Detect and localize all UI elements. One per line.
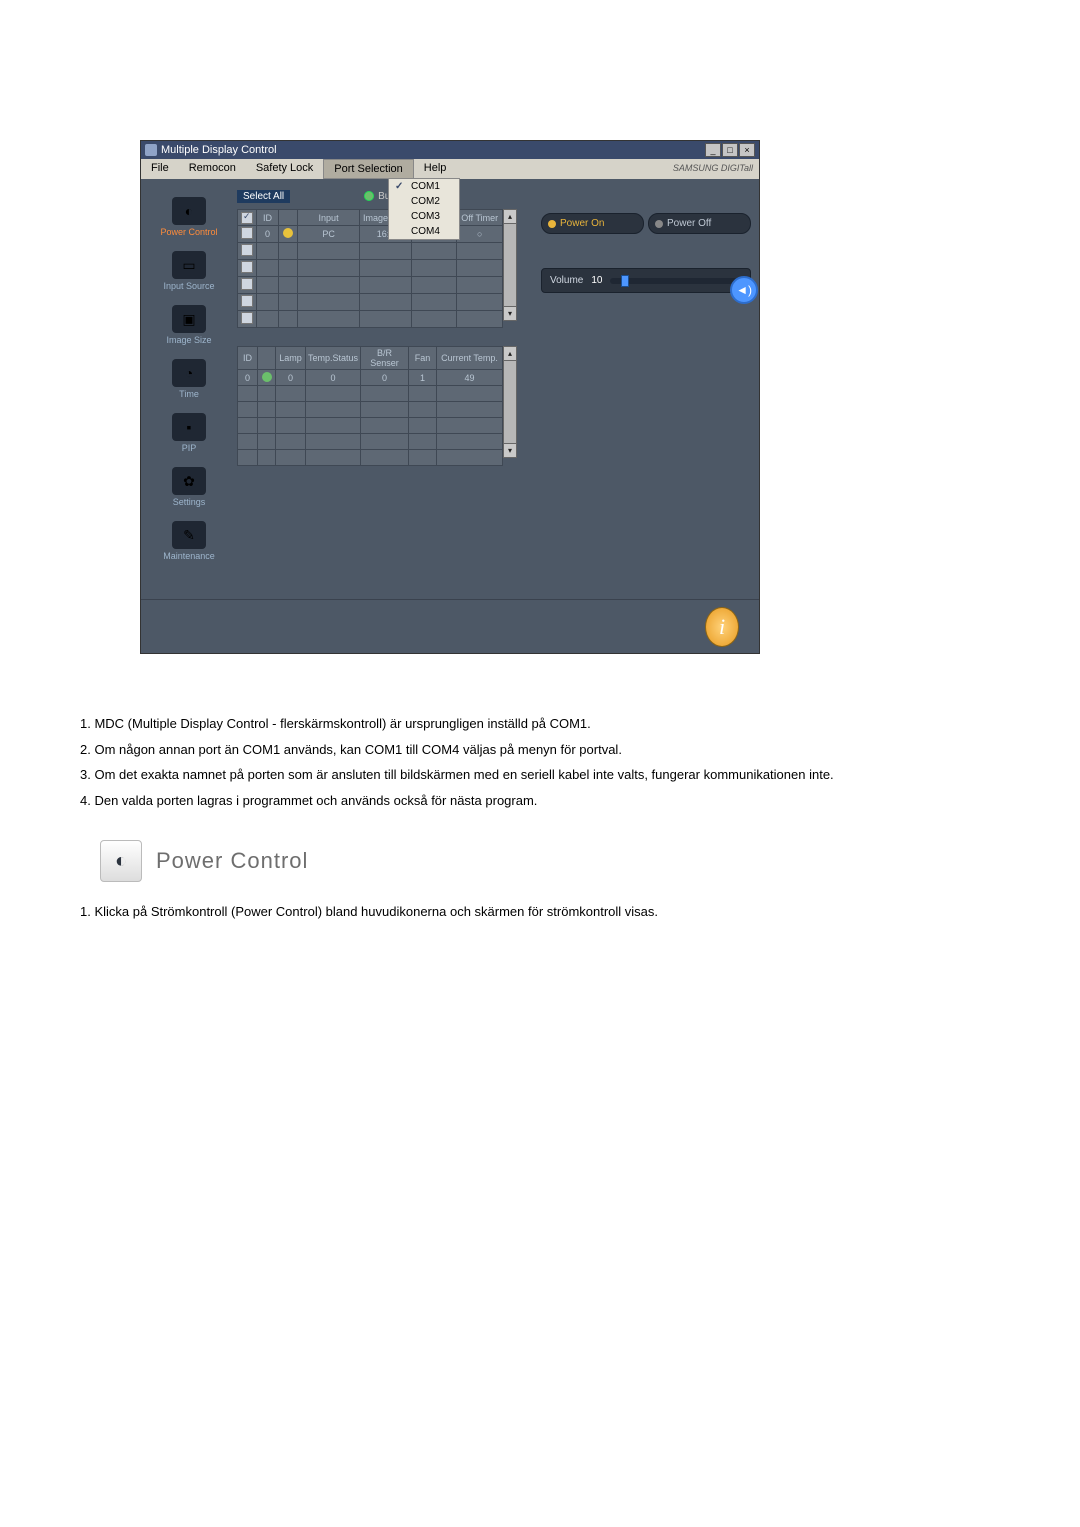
bottombar: i [141,599,759,653]
time-icon: ◔ [172,359,206,387]
doc-section-body: 1. Klicka på Strömkontroll (Power Contro… [80,902,1000,922]
port-option-com4[interactable]: COM4 [389,224,459,239]
volume-value: 10 [591,275,602,286]
titlebar: Multiple Display Control _ □ × [141,141,759,159]
minimize-button[interactable]: _ [705,143,721,157]
col2-status [258,347,276,370]
info-button[interactable]: i [705,607,739,647]
table-row[interactable] [238,386,503,402]
sidebar-item-settings[interactable]: ✿ Settings [141,467,237,507]
table2-scrollbar[interactable]: ▴ ▾ [503,346,517,458]
busy-dot-icon [364,191,374,201]
row-checkbox[interactable] [241,227,253,239]
table-row[interactable] [238,402,503,418]
maintenance-icon: ✎ [172,521,206,549]
main-panel: Select All Busy [237,179,759,599]
brand-label: SAMSUNG DIGITall [667,159,759,179]
col2-ctemp: Current Temp. [437,347,503,370]
select-all-button[interactable]: Select All [237,190,290,203]
table-row[interactable] [238,277,503,294]
display-table: ID Input Image Size On Timer Off Timer [237,209,503,328]
table-row[interactable] [238,294,503,311]
volume-label: Volume [550,275,583,286]
port-option-com3[interactable]: COM3 [389,209,459,224]
sidebar-item-image-size[interactable]: ▣ Image Size [141,305,237,345]
col-check [238,210,257,226]
power-panel: Power On Power Off Volume 10 [541,187,751,293]
sidebar-item-power[interactable]: ◐ Power Control [141,197,237,237]
volume-box: Volume 10 ◄) [541,268,751,293]
status-dot-icon [283,228,293,238]
col2-id: ID [238,347,258,370]
table-row[interactable]: 0 0 0 0 1 49 [238,370,503,386]
menu-file[interactable]: File [141,159,179,179]
table1-scrollbar[interactable]: ▴ ▾ [503,209,517,321]
scroll-down-icon[interactable]: ▾ [504,306,516,320]
table-row[interactable] [238,311,503,328]
menu-help[interactable]: Help [414,159,457,179]
sidebar-item-pip[interactable]: ▪ PIP [141,413,237,453]
col-input: Input [298,210,360,226]
power-on-button[interactable]: Power On [541,213,644,234]
table-row[interactable] [238,450,503,466]
doc-p3: 3. Om det exakta namnet på porten som är… [80,765,1000,785]
app-window: Multiple Display Control _ □ × File Remo… [140,140,760,654]
power-off-button[interactable]: Power Off [648,213,751,234]
scroll-up-icon[interactable]: ▴ [504,210,516,224]
imagesize-icon: ▣ [172,305,206,333]
doc-section-p1: 1. Klicka på Strömkontroll (Power Contro… [80,902,1000,922]
power-section-icon: ◐ [100,840,142,882]
table-row[interactable] [238,418,503,434]
table-row[interactable] [238,243,503,260]
table-row[interactable]: 0 PC 16:9 ○ ○ [238,226,503,243]
col-offtimer: Off Timer [457,210,503,226]
speaker-icon[interactable]: ◄) [730,276,758,304]
settings-icon: ✿ [172,467,206,495]
port-option-com1[interactable]: COM1 [389,179,459,194]
table-row[interactable] [238,260,503,277]
volume-handle[interactable] [621,275,629,287]
section-heading: ◐ Power Control [100,840,1000,882]
sidebar-item-time[interactable]: ◔ Time [141,359,237,399]
power-icon: ◐ [172,197,206,225]
col2-lamp: Lamp [276,347,306,370]
scroll-up-icon[interactable]: ▴ [504,347,516,361]
doc-p1: 1. MDC (Multiple Display Control - flers… [80,714,1000,734]
sidebar-item-maintenance[interactable]: ✎ Maintenance [141,521,237,561]
col2-br: B/R Senser [361,347,409,370]
col2-fan: Fan [409,347,437,370]
status-table: ID Lamp Temp.Status B/R Senser Fan Curre… [237,346,503,466]
doc-paragraphs: 1. MDC (Multiple Display Control - flers… [80,714,1000,810]
power-on-dot-icon [548,220,556,228]
window-title: Multiple Display Control [161,144,277,156]
col-id: ID [256,210,279,226]
input-icon: ▭ [172,251,206,279]
col-status [279,210,298,226]
col2-temp: Temp.Status [306,347,361,370]
status-dot-icon [262,372,272,382]
doc-p4: 4. Den valda porten lagras i programmet … [80,791,1000,811]
scroll-down-icon[interactable]: ▾ [504,443,516,457]
power-off-dot-icon [655,220,663,228]
port-dropdown: COM1 COM2 COM3 COM4 [388,178,460,240]
sidebar: ◐ Power Control ▭ Input Source ▣ Image S… [141,179,237,599]
menubar: File Remocon Safety Lock Port Selection … [141,159,759,179]
menu-port-selection[interactable]: Port Selection [323,159,413,179]
table-row[interactable] [238,434,503,450]
sidebar-item-input[interactable]: ▭ Input Source [141,251,237,291]
menu-safety-lock[interactable]: Safety Lock [246,159,323,179]
doc-p2: 2. Om någon annan port än COM1 används, … [80,740,1000,760]
section-title: Power Control [156,848,308,874]
app-icon [145,144,157,156]
menu-remocon[interactable]: Remocon [179,159,246,179]
port-option-com2[interactable]: COM2 [389,194,459,209]
close-button[interactable]: × [739,143,755,157]
volume-slider[interactable] [610,278,742,284]
pip-icon: ▪ [172,413,206,441]
maximize-button[interactable]: □ [722,143,738,157]
